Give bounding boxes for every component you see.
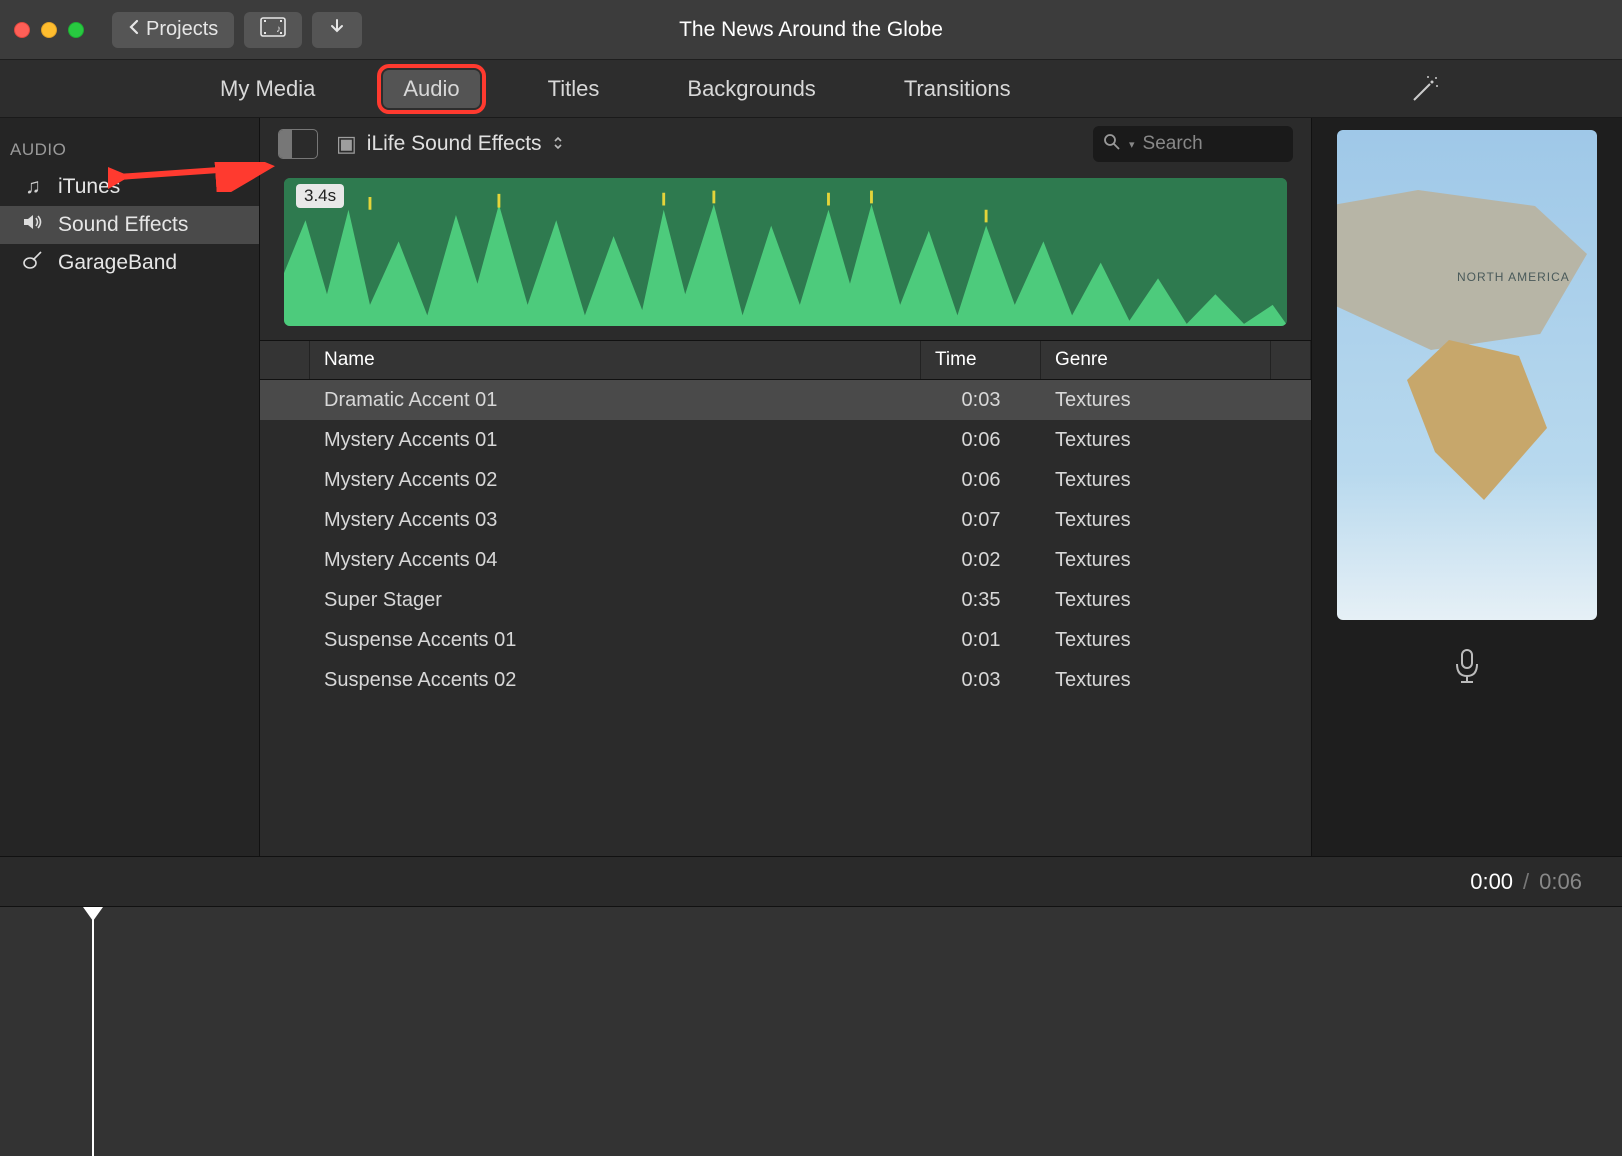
table-row[interactable]: Suspense Accents 010:01Textures xyxy=(260,620,1311,660)
voiceover-button[interactable] xyxy=(1452,648,1482,691)
cell-genre: Textures xyxy=(1041,589,1271,612)
cell-name: Mystery Accents 01 xyxy=(310,429,921,452)
cell-genre: Textures xyxy=(1041,389,1271,412)
auto-enhance-icon[interactable] xyxy=(1408,72,1442,111)
import-button[interactable] xyxy=(312,12,362,48)
library-dropdown-label: iLife Sound Effects xyxy=(367,132,542,156)
browser-toolbar: ▣ iLife Sound Effects ▾ xyxy=(260,118,1311,170)
sidebar-item-label: GarageBand xyxy=(58,251,177,275)
tab-my-media[interactable]: My Media xyxy=(200,70,335,108)
playback-current: 0:00 xyxy=(1470,869,1513,895)
cell-name: Dramatic Accent 01 xyxy=(310,389,921,412)
chevron-up-down-icon xyxy=(552,135,564,154)
cell-name: Suspense Accents 02 xyxy=(310,669,921,692)
cell-name: Mystery Accents 02 xyxy=(310,469,921,492)
cell-name: Suspense Accents 01 xyxy=(310,629,921,652)
filmstrip-icon: ♪ xyxy=(260,17,286,43)
playback-total: 0:06 xyxy=(1539,869,1582,895)
toggle-sidebar-button[interactable] xyxy=(278,129,318,159)
close-window-button[interactable] xyxy=(14,22,30,38)
waveform-duration-badge: 3.4s xyxy=(296,184,344,208)
column-header-name[interactable]: Name xyxy=(310,341,921,379)
audio-browser: ▣ iLife Sound Effects ▾ 3.4s xyxy=(260,118,1312,856)
cell-genre: Textures xyxy=(1041,629,1271,652)
timeline[interactable] xyxy=(0,906,1622,1156)
sidebar-item-label: iTunes xyxy=(58,175,120,199)
projects-back-button[interactable]: Projects xyxy=(112,12,234,48)
tab-audio[interactable]: Audio xyxy=(383,70,479,108)
audio-sources-sidebar: AUDIO ♫ iTunes Sound Effects GarageBand xyxy=(0,118,260,856)
cell-time: 0:01 xyxy=(921,629,1041,652)
table-row[interactable]: Super Stager0:35Textures xyxy=(260,580,1311,620)
sidebar-item-sound-effects[interactable]: Sound Effects xyxy=(0,206,259,244)
cell-name: Mystery Accents 03 xyxy=(310,509,921,532)
download-arrow-icon xyxy=(328,18,346,42)
table-row[interactable]: Mystery Accents 040:02Textures xyxy=(260,540,1311,580)
window-controls xyxy=(14,22,84,38)
column-header-genre[interactable]: Genre xyxy=(1041,341,1271,379)
music-note-icon: ♫ xyxy=(20,175,46,199)
sidebar-item-label: Sound Effects xyxy=(58,213,188,237)
folder-icon: ▣ xyxy=(336,131,357,157)
cell-genre: Textures xyxy=(1041,549,1271,572)
media-library-button[interactable]: ♪ xyxy=(244,12,302,48)
table-row[interactable]: Dramatic Accent 010:03Textures xyxy=(260,380,1311,420)
search-icon xyxy=(1103,133,1121,156)
cell-time: 0:06 xyxy=(921,429,1041,452)
minimize-window-button[interactable] xyxy=(41,22,57,38)
viewer-frame[interactable]: NORTH AMERICA xyxy=(1337,130,1597,620)
table-row[interactable]: Mystery Accents 020:06Textures xyxy=(260,460,1311,500)
cell-genre: Textures xyxy=(1041,469,1271,492)
tab-backgrounds[interactable]: Backgrounds xyxy=(667,70,835,108)
map-label: NORTH AMERICA xyxy=(1457,270,1570,284)
cell-genre: Textures xyxy=(1041,509,1271,532)
tab-titles[interactable]: Titles xyxy=(528,70,620,108)
tab-transitions[interactable]: Transitions xyxy=(884,70,1031,108)
time-separator: / xyxy=(1523,869,1529,895)
sidebar-header: AUDIO xyxy=(0,140,259,168)
sidebar-item-garageband[interactable]: GarageBand xyxy=(0,244,259,282)
cell-genre: Textures xyxy=(1041,429,1271,452)
chevron-left-icon xyxy=(128,18,140,41)
projects-label: Projects xyxy=(146,18,218,41)
cell-time: 0:35 xyxy=(921,589,1041,612)
zoom-window-button[interactable] xyxy=(68,22,84,38)
cell-genre: Textures xyxy=(1041,669,1271,692)
table-header-row: Name Time Genre xyxy=(260,340,1311,380)
cell-time: 0:02 xyxy=(921,549,1041,572)
cell-time: 0:07 xyxy=(921,509,1041,532)
waveform-preview[interactable]: 3.4s xyxy=(284,178,1287,326)
table-row[interactable]: Mystery Accents 030:07Textures xyxy=(260,500,1311,540)
cell-time: 0:06 xyxy=(921,469,1041,492)
svg-text:♪: ♪ xyxy=(276,24,281,35)
window-titlebar: Projects ♪ The News Around the Globe xyxy=(0,0,1622,60)
viewer-panel: NORTH AMERICA xyxy=(1312,118,1622,856)
sound-icon xyxy=(20,212,46,238)
library-tabs: My Media Audio Titles Backgrounds Transi… xyxy=(0,60,1622,118)
library-dropdown[interactable]: ▣ iLife Sound Effects xyxy=(336,131,1075,157)
cell-time: 0:03 xyxy=(921,669,1041,692)
playback-time-readout: 0:00 / 0:06 xyxy=(0,856,1622,906)
guitar-icon xyxy=(20,249,46,277)
column-header-time[interactable]: Time xyxy=(921,341,1041,379)
cell-time: 0:03 xyxy=(921,389,1041,412)
cell-name: Super Stager xyxy=(310,589,921,612)
playhead[interactable] xyxy=(92,909,94,1156)
search-box[interactable]: ▾ xyxy=(1093,126,1293,162)
table-row[interactable]: Mystery Accents 010:06Textures xyxy=(260,420,1311,460)
chevron-down-icon: ▾ xyxy=(1129,138,1135,151)
audio-clips-table: Name Time Genre Dramatic Accent 010:03Te… xyxy=(260,340,1311,856)
cell-name: Mystery Accents 04 xyxy=(310,549,921,572)
table-row[interactable]: Suspense Accents 020:03Textures xyxy=(260,660,1311,700)
sidebar-item-itunes[interactable]: ♫ iTunes xyxy=(0,168,259,206)
